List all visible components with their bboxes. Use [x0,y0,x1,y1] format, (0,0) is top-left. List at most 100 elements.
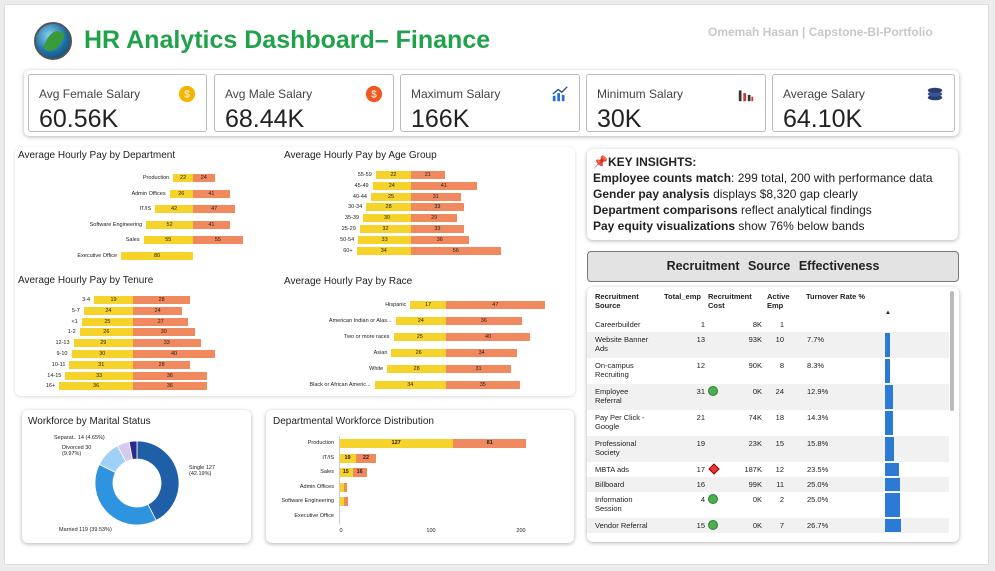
category-label: Production [307,440,334,446]
insight-line: Employee counts match: 299 total, 200 wi… [593,171,933,185]
donut-slice[interactable] [94,463,157,526]
cell-rate: 23.5% [807,465,829,474]
bar-male: 55 [193,236,243,245]
cell-rate: 8.3% [807,361,825,370]
col-header-active[interactable]: Active Emp [767,292,797,310]
bar-male: 47 [193,205,236,214]
bar-male: 33 [133,339,201,348]
kpi-label: Avg Male Salary [225,87,313,101]
bar-male: 41 [193,220,230,229]
coin-stack-icon [927,87,943,101]
table-scrollbar[interactable] [950,291,954,411]
bar-male: 41 [411,181,477,190]
bar-segment: 16 [352,468,367,477]
table-row[interactable]: Pay Per Click - Google 21 74K 18 14.3% [587,410,949,436]
bar-female: 55 [143,236,193,245]
chart-title: Departmental Workforce Distribution [273,416,434,427]
status-green-icon [708,494,718,504]
bar-female: 25 [81,317,133,326]
category-label: <1 [71,318,78,325]
cell-active: 7 [779,521,784,530]
col-header-total[interactable]: Total_emp [664,292,701,301]
bar-female: 25 [371,192,411,201]
cell-source: On-campus Recruiting [595,361,634,379]
kpi-card-min[interactable]: Minimum Salary 30K [586,74,766,133]
table-row[interactable]: Employee Referral 31 0K 24 12.9% [587,384,949,410]
bar-male: 28 [133,296,191,304]
bar-female: 36 [59,382,133,391]
chart-title: Average Hourly Pay by Race [284,276,413,287]
kpi-card-avg-male[interactable]: Avg Male Salary 68.44K $ [214,74,394,133]
cell-active: 1 [779,320,784,329]
table-row[interactable]: Billboard 16 99K 11 25.0% [587,477,949,492]
cell-total: 21 [696,413,705,422]
category-label: Hispanic [385,302,407,308]
cell-active: 12 [775,465,784,474]
bar-female: 25 [393,333,446,341]
kpi-card-avg-female[interactable]: Avg Female Salary 60.56K $ [28,74,207,133]
table-row[interactable]: On-campus Recruiting 12 90K 8 8.3% [587,358,949,384]
bar-female: 26 [391,349,446,357]
category-label: 1-2 [67,329,76,336]
bar-male: 31 [446,365,512,373]
kpi-value: 64.10K [783,105,863,133]
hourly-pay-panel [15,147,575,396]
coin-icon: $ [178,85,196,103]
turnover-bar [885,478,900,491]
table-row[interactable]: MBTA ads 17 187K 12 23.5% [587,462,949,477]
bar-segment: 15 [339,468,353,477]
kpi-value: 68.44K [225,105,305,133]
cell-rate: 25.0% [807,495,829,504]
chart-title: Average Hourly Pay by Tenure [18,275,154,286]
table-row[interactable]: Website Banner Ads 13 93K 10 7.7% [587,332,949,358]
category-label: 5-7 [71,307,80,314]
bar-male: 24 [133,306,183,315]
cell-active: 10 [775,335,784,344]
key-insights-card: 📌KEY INSIGHTS: Employee counts match: 29… [587,149,958,240]
recruitment-table[interactable]: Recruitment Source Total_emp Recruitment… [587,287,959,542]
table-row[interactable]: Careerbuilder 1 8K 1 [587,317,949,332]
table-row[interactable]: Information Session 4 0K 2 25.0% [587,492,949,518]
cell-total: 15 [696,521,705,530]
cell-source: Professional Society [595,439,637,457]
bar-male: 27 [133,317,189,326]
cell-cost: 99K [748,480,762,489]
cell-rate: 25.0% [807,480,829,489]
bar-male: 40 [133,350,215,358]
insights-title: 📌KEY INSIGHTS: [593,155,697,169]
table-row[interactable]: Professional Society 19 23K 15 15.8% [587,436,949,462]
cell-cost: 74K [748,413,762,422]
bar-male: 56 [411,246,501,255]
category-label: Asian [373,350,388,356]
donut-label-married: Married 119 (39.53%) [59,527,112,533]
cell-cost: 0K [752,387,762,396]
bar-segment [343,497,348,506]
category-label: 40-44 [352,193,367,200]
cell-total: 31 [696,387,705,396]
globe-logo-icon [34,22,72,60]
status-green-icon [708,386,718,396]
col-header-turnover[interactable]: Turnover Rate % [806,292,865,301]
bar-female: 34 [374,381,446,389]
category-label: Executive Office [294,512,334,519]
kpi-card-average[interactable]: Average Salary 64.10K [772,74,955,133]
table-row[interactable]: Vendor Referral 15 0K 7 26.7% [587,518,949,533]
cell-cost: 0K [752,495,762,504]
kpi-card-max[interactable]: Maximum Salary 166K [400,74,580,133]
col-header-source[interactable]: Recruitment Source [595,292,645,310]
bar-segment: 22 [356,453,376,463]
bar-female: 30 [363,214,411,223]
bar-male: 36 [446,317,522,325]
donut-label-single: Single 127 (42.19%) [189,465,215,477]
cell-active: 18 [775,413,784,422]
author-credit: Omemah Hasan | Capstone-BI-Portfolio [708,25,933,39]
cell-rate: 14.3% [807,413,829,422]
donut-label-divorced: Divorced 30 (9.97%) [62,445,92,457]
bar-male: 30 [133,328,195,337]
category-label: 30-34 [348,204,363,211]
turnover-bar [885,385,893,409]
bar-female: 30 [71,350,133,358]
col-header-cost[interactable]: Recruitment Cost [708,292,758,310]
svg-text:$: $ [184,90,190,101]
page-title: HR Analytics Dashboard– Finance [84,26,491,54]
